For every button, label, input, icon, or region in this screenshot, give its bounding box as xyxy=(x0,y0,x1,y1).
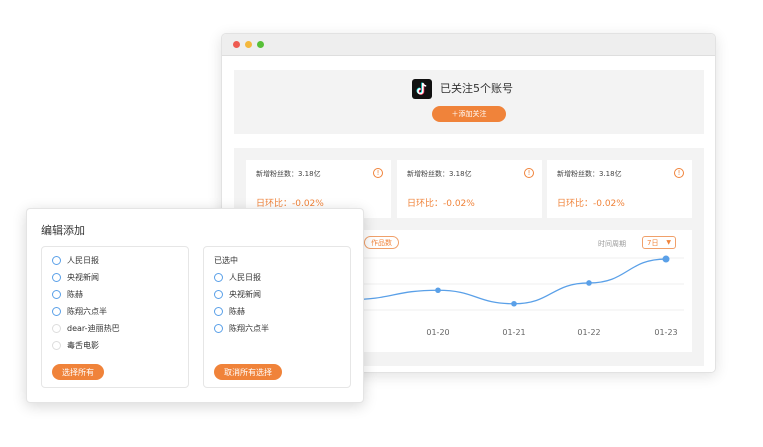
stat-card: 新增粉丝数：3.18亿 ! 日环比：-0.02% xyxy=(547,160,692,218)
list-item[interactable]: 陈翔六点半 xyxy=(52,305,107,318)
selected-list: 已选中 人民日报 央视新闻 陈赫 陈翔六点半 取消所有选择 xyxy=(203,246,351,388)
data-point[interactable] xyxy=(662,255,670,263)
list-item-label: 央视新闻 xyxy=(67,273,99,282)
browser-titlebar xyxy=(222,34,715,56)
list-item-label: 陈翔六点半 xyxy=(229,324,269,333)
x-tick-label: 01-20 xyxy=(426,328,449,337)
period-value: 7日 xyxy=(647,238,659,247)
caret-down-icon: ▼ xyxy=(666,239,671,246)
x-tick-label: 01-23 xyxy=(654,328,677,337)
checked-circle-icon[interactable] xyxy=(214,273,223,282)
selected-heading: 已选中 xyxy=(214,256,238,265)
stat-change: 日环比：-0.02% xyxy=(407,199,475,209)
list-item-label: 人民日报 xyxy=(229,273,261,282)
checked-circle-icon[interactable] xyxy=(214,290,223,299)
period-label: 时间周期 xyxy=(598,240,626,248)
list-item-label: 人民日报 xyxy=(67,256,99,265)
unchecked-circle-icon[interactable] xyxy=(52,324,61,333)
list-item-label: 央视新闻 xyxy=(229,290,261,299)
stat-card: 新增粉丝数：3.18亿 ! 日环比：-0.02% xyxy=(397,160,542,218)
period-select[interactable]: 7日 ▼ xyxy=(642,236,676,249)
list-item[interactable]: 陈翔六点半 xyxy=(214,322,269,335)
list-item[interactable]: 人民日报 xyxy=(52,254,99,267)
info-circle-icon[interactable]: ! xyxy=(674,168,684,178)
list-item[interactable]: 陈赫 xyxy=(214,305,245,318)
account-list: 人民日报 央视新闻 陈赫 陈翔六点半 dear-迪丽热巴 毒舌电影 选择所有 xyxy=(41,246,189,388)
data-point[interactable] xyxy=(586,280,592,286)
list-item[interactable]: dear-迪丽热巴 xyxy=(52,322,120,335)
list-item[interactable]: 人民日报 xyxy=(214,271,261,284)
data-point[interactable] xyxy=(511,300,517,307)
info-circle-icon[interactable]: ! xyxy=(524,168,534,178)
list-item-label: dear-迪丽热巴 xyxy=(67,324,120,333)
stat-change: 日环比：-0.02% xyxy=(557,199,625,209)
dialog-title: 编辑添加 xyxy=(41,224,85,237)
checked-circle-icon[interactable] xyxy=(52,256,61,265)
unchecked-circle-icon[interactable] xyxy=(52,341,61,350)
list-item[interactable]: 央视新闻 xyxy=(214,288,261,301)
checked-circle-icon[interactable] xyxy=(52,290,61,299)
edit-add-dialog: 编辑添加 人民日报 央视新闻 陈赫 陈翔六点半 dear-迪丽热巴 毒舌电影 选… xyxy=(26,208,364,403)
tab-works-count[interactable]: 作品数 xyxy=(364,236,399,249)
deselect-all-button[interactable]: 取消所有选择 xyxy=(214,364,282,380)
list-item[interactable]: 毒舌电影 xyxy=(52,339,99,352)
x-tick-label: 01-22 xyxy=(577,328,600,337)
data-point[interactable] xyxy=(435,287,441,294)
checked-circle-icon[interactable] xyxy=(52,307,61,316)
list-item-label: 陈翔六点半 xyxy=(67,307,107,316)
select-all-button[interactable]: 选择所有 xyxy=(52,364,104,380)
tiktok-icon xyxy=(412,79,432,99)
add-follow-button[interactable]: ＋添加关注 xyxy=(432,106,506,122)
followed-count-title: 已关注5个账号 xyxy=(440,82,513,95)
follow-panel: 已关注5个账号 ＋添加关注 xyxy=(234,70,704,134)
checked-circle-icon[interactable] xyxy=(214,307,223,316)
checked-circle-icon[interactable] xyxy=(52,273,61,282)
list-item-label: 陈赫 xyxy=(67,290,83,299)
minimize-window-dot[interactable] xyxy=(245,41,252,48)
stat-label: 新增粉丝数：3.18亿 xyxy=(407,170,472,178)
info-circle-icon[interactable]: ! xyxy=(373,168,383,178)
checked-circle-icon[interactable] xyxy=(214,324,223,333)
list-item[interactable]: 陈赫 xyxy=(52,288,83,301)
list-item-label: 陈赫 xyxy=(229,307,245,316)
close-window-dot[interactable] xyxy=(233,41,240,48)
x-tick-label: 01-21 xyxy=(502,328,525,337)
list-item-label: 毒舌电影 xyxy=(67,341,99,350)
maximize-window-dot[interactable] xyxy=(257,41,264,48)
stat-label: 新增粉丝数：3.18亿 xyxy=(557,170,622,178)
stat-label: 新增粉丝数：3.18亿 xyxy=(256,170,321,178)
list-item[interactable]: 央视新闻 xyxy=(52,271,99,284)
